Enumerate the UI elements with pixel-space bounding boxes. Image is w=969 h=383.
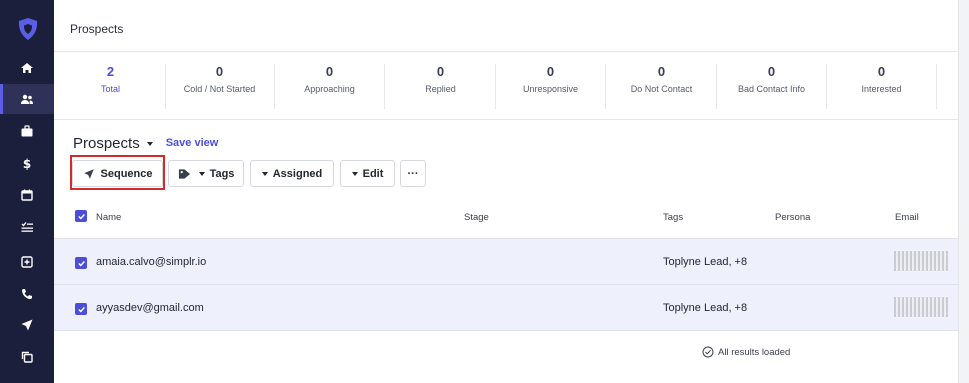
stat-label: Bad Contact Info [737, 84, 806, 94]
stat-unresponsive[interactable]: 0 Unresponsive [496, 64, 606, 109]
stat-value: 0 [767, 64, 776, 79]
more-button[interactable]: ··· [400, 160, 426, 187]
stat-value: 0 [325, 64, 334, 79]
nav-opportunities[interactable]: $ [0, 148, 54, 178]
view-header: Prospects Save view [73, 134, 218, 152]
chevron-down-icon [198, 171, 205, 176]
checkmark-icon [77, 213, 85, 220]
scrollbar[interactable] [958, 0, 969, 383]
tag-icon [178, 168, 190, 179]
nav-home[interactable] [0, 53, 54, 83]
more-icon: ··· [407, 167, 419, 180]
people-icon [21, 94, 33, 104]
edit-button-label: Edit [362, 167, 384, 180]
svg-text:$: $ [23, 157, 31, 170]
nav-prospects[interactable] [0, 84, 54, 114]
prospect-tags[interactable]: Toplyne Lead, +8 [663, 256, 747, 268]
stat-value: 0 [215, 64, 224, 79]
redacted-email [894, 297, 948, 317]
dollar-icon: $ [23, 157, 31, 170]
stat-cold-not-started[interactable]: 0 Cold / Not Started [165, 64, 275, 109]
save-view-link[interactable]: Save view [166, 137, 219, 149]
stat-value: 0 [546, 64, 555, 79]
prospect-tags[interactable]: Toplyne Lead, +8 [663, 302, 747, 314]
calendar-icon [21, 189, 33, 201]
column-email[interactable]: Email [895, 212, 919, 223]
nav-add[interactable] [0, 247, 54, 277]
checklist-icon [21, 222, 33, 232]
stat-value: 0 [657, 64, 666, 79]
stat-value: 0 [436, 64, 445, 79]
assigned-button[interactable]: Assigned [250, 160, 334, 187]
nav-calendar[interactable] [0, 180, 54, 210]
phone-icon [22, 289, 32, 300]
column-stage[interactable]: Stage [464, 212, 489, 223]
sidebar: $ [0, 0, 54, 383]
stat-label: Approaching [304, 84, 355, 94]
plus-box-icon [21, 256, 33, 268]
chevron-down-icon [261, 171, 268, 176]
stat-label: Unresponsive [522, 84, 579, 94]
nav-tasks[interactable] [0, 212, 54, 242]
checkmark-icon [77, 260, 85, 267]
nav-calls[interactable] [0, 279, 54, 309]
stat-label: Total [100, 84, 120, 94]
main-content: Prospects 2 Total 0 Cold / Not Started 0… [54, 0, 969, 383]
stat-approaching[interactable]: 0 Approaching [275, 64, 385, 109]
assigned-button-label: Assigned [272, 167, 323, 180]
table-header: Name Stage Tags Persona Email [54, 197, 969, 239]
select-all-checkbox[interactable] [75, 210, 87, 222]
tags-button[interactable]: Tags [168, 160, 244, 187]
shield-logo-icon[interactable] [17, 17, 39, 41]
view-title[interactable]: Prospects [73, 135, 140, 152]
column-tags[interactable]: Tags [663, 212, 683, 223]
results-status-text: All results loaded [718, 346, 791, 358]
stats-bar: 2 Total 0 Cold / Not Started 0 Approachi… [54, 52, 969, 120]
send-icon [21, 319, 33, 331]
stat-replied[interactable]: 0 Replied [386, 64, 496, 109]
edit-button[interactable]: Edit [340, 160, 395, 187]
briefcase-icon [21, 125, 33, 137]
prospect-name-link[interactable]: amaia.calvo@simplr.io [96, 256, 206, 268]
table-row[interactable]: amaia.calvo@simplr.io Toplyne Lead, +8 [54, 239, 969, 285]
check-circle-icon [702, 346, 714, 358]
stat-interested[interactable]: 0 Interested [827, 64, 937, 109]
stat-value: 0 [877, 64, 886, 79]
stat-value: 2 [106, 64, 115, 79]
page-title: Prospects [70, 22, 124, 36]
chevron-down-icon[interactable] [146, 141, 153, 146]
top-bar: Prospects [54, 0, 969, 52]
sequence-highlight [70, 155, 165, 190]
tags-button-label: Tags [209, 167, 235, 180]
stat-bad-contact-info[interactable]: 0 Bad Contact Info [717, 64, 827, 109]
row-checkbox[interactable] [75, 303, 87, 315]
stat-label: Interested [861, 84, 902, 94]
checkmark-icon [77, 306, 85, 313]
column-name[interactable]: Name [96, 212, 121, 223]
nav-sequences[interactable] [0, 310, 54, 340]
stat-do-not-contact[interactable]: 0 Do Not Contact [607, 64, 717, 109]
table-row[interactable]: ayyasdev@gmail.com Toplyne Lead, +8 [54, 285, 969, 331]
stat-label: Do Not Contact [630, 84, 693, 94]
redacted-email [894, 251, 948, 271]
row-checkbox[interactable] [75, 257, 87, 269]
column-persona[interactable]: Persona [775, 212, 810, 223]
prospect-name-link[interactable]: ayyasdev@gmail.com [96, 302, 204, 314]
stat-label: Cold / Not Started [183, 84, 256, 94]
stat-total[interactable]: 2 Total [56, 64, 166, 109]
nav-templates[interactable] [0, 342, 54, 372]
stat-label: Replied [425, 84, 456, 94]
results-status: All results loaded [702, 346, 790, 358]
nav-accounts[interactable] [0, 116, 54, 146]
copy-icon [21, 351, 33, 363]
home-icon [21, 63, 33, 73]
chevron-down-icon [351, 171, 358, 176]
